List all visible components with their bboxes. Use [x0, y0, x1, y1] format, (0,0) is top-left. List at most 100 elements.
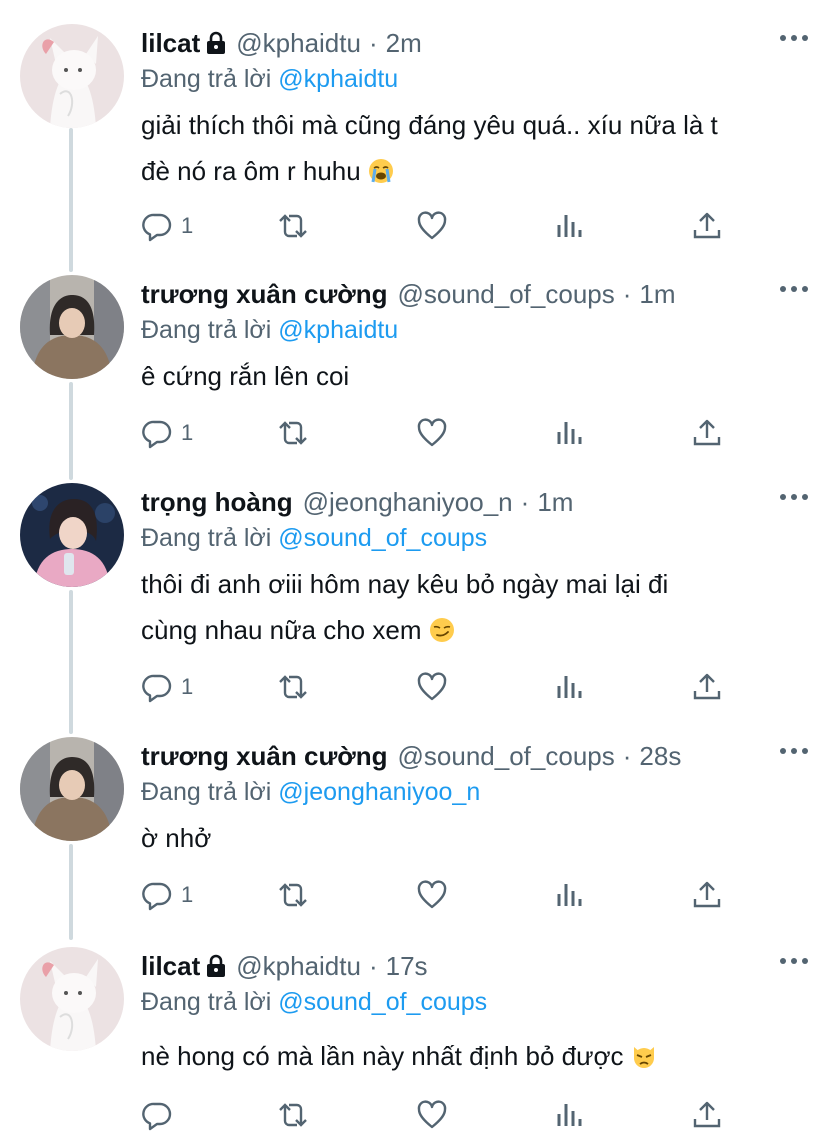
- timestamp[interactable]: 1m: [639, 279, 675, 310]
- share-icon: [693, 881, 721, 908]
- loudly-crying-face-emoji: [368, 158, 394, 184]
- replying-to: Đang trả lời @kphaidtu: [141, 313, 808, 347]
- tweet-text-line: ờ nhở: [141, 823, 212, 853]
- tweet[interactable]: lilcat @kphaidtu · 2m Đang trả lời @kpha…: [0, 24, 828, 244]
- retweet-button[interactable]: [277, 1097, 309, 1133]
- replying-to: Đang trả lời @sound_of_coups: [141, 985, 808, 1019]
- reply-button[interactable]: 1: [141, 877, 193, 913]
- heart-icon: [417, 211, 447, 240]
- reply-count: 1: [181, 882, 194, 907]
- user-handle[interactable]: @kphaidtu: [236, 951, 361, 982]
- like-button[interactable]: [416, 669, 448, 705]
- more-options-icon[interactable]: [780, 28, 808, 48]
- share-button[interactable]: [691, 1097, 723, 1133]
- avatar-truong-xuan-cuong[interactable]: [20, 737, 124, 841]
- mention-link[interactable]: @kphaidtu: [278, 65, 398, 93]
- more-options-icon[interactable]: [780, 487, 808, 507]
- tweet[interactable]: trương xuân cường @sound_of_coups · 28s …: [0, 737, 828, 917]
- more-options-icon[interactable]: [780, 741, 808, 761]
- analytics-button[interactable]: [554, 1097, 586, 1133]
- share-button[interactable]: [691, 877, 723, 913]
- tweet-text-segment: đè nó ra ôm r huhu: [141, 156, 361, 186]
- tweet[interactable]: lilcat @kphaidtu · 17s Đang trả lời @sou…: [0, 947, 828, 1137]
- tweet[interactable]: trương xuân cường @sound_of_coups · 1m Đ…: [0, 275, 828, 455]
- separator: ·: [368, 27, 378, 58]
- mention-link[interactable]: @sound_of_coups: [278, 524, 487, 552]
- display-name[interactable]: lilcat: [141, 28, 200, 59]
- tweet-text-segment: cùng nhau nữa cho xem: [141, 615, 422, 645]
- more-options-icon[interactable]: [780, 951, 808, 971]
- reply-count: 1: [181, 213, 194, 238]
- mention-link[interactable]: @kphaidtu: [278, 316, 398, 344]
- retweet-button[interactable]: [277, 208, 309, 244]
- share-icon: [693, 212, 721, 239]
- smirking-face-emoji: [429, 617, 455, 643]
- user-handle[interactable]: @kphaidtu: [236, 28, 361, 59]
- replying-to: Đang trả lời @jeonghaniyoo_n: [141, 775, 808, 809]
- tweet-actions: 1: [141, 877, 731, 913]
- replying-to: Đang trả lời @kphaidtu: [141, 62, 808, 96]
- display-name[interactable]: trọng hoàng: [141, 487, 293, 518]
- share-button[interactable]: [691, 208, 723, 244]
- avatar-lilcat[interactable]: [20, 24, 124, 128]
- mention-link[interactable]: @sound_of_coups: [278, 988, 487, 1016]
- tweet-actions: [141, 1097, 731, 1133]
- pouting-cat-emoji: [631, 1043, 657, 1069]
- timestamp[interactable]: 28s: [639, 741, 681, 772]
- timestamp[interactable]: 2m: [386, 28, 422, 59]
- retweet-icon: [279, 1103, 307, 1127]
- tweet-text-line: nè hong có mà lần này nhất định bỏ được: [141, 1033, 808, 1079]
- like-button[interactable]: [416, 415, 448, 451]
- retweet-icon: [279, 675, 307, 699]
- timestamp[interactable]: 1m: [537, 487, 573, 518]
- share-button[interactable]: [691, 415, 723, 451]
- more-options-icon[interactable]: [780, 279, 808, 299]
- replying-label: Đang trả lời: [141, 65, 272, 93]
- analytics-icon: [557, 1104, 582, 1126]
- avatar-trong-hoang[interactable]: [20, 483, 124, 587]
- replying-label: Đang trả lời: [141, 778, 272, 806]
- reply-icon: [142, 882, 172, 911]
- tweet-text: ê cứng rắn lên coi: [141, 353, 808, 399]
- user-handle[interactable]: @jeonghaniyoo_n: [303, 487, 513, 518]
- user-handle[interactable]: @sound_of_coups: [398, 741, 615, 772]
- tweet[interactable]: trọng hoàng @jeonghaniyoo_n · 1m Đang tr…: [0, 483, 828, 713]
- reply-icon: [142, 213, 172, 242]
- analytics-icon: [557, 884, 582, 906]
- reply-button[interactable]: [141, 1097, 181, 1133]
- tweet-text-line: thôi đi anh ơiii hôm nay kêu bỏ ngày mai…: [141, 569, 669, 599]
- user-handle[interactable]: @sound_of_coups: [398, 279, 615, 310]
- like-button[interactable]: [416, 1097, 448, 1133]
- display-name[interactable]: lilcat: [141, 951, 200, 982]
- retweet-button[interactable]: [277, 415, 309, 451]
- retweet-button[interactable]: [277, 669, 309, 705]
- like-button[interactable]: [416, 877, 448, 913]
- like-button[interactable]: [416, 208, 448, 244]
- analytics-button[interactable]: [554, 669, 586, 705]
- avatar-truong-xuan-cuong[interactable]: [20, 275, 124, 379]
- heart-icon: [417, 1100, 447, 1129]
- display-name[interactable]: trương xuân cường: [141, 741, 388, 772]
- analytics-button[interactable]: [554, 208, 586, 244]
- replying-label: Đang trả lời: [141, 988, 272, 1016]
- reply-button[interactable]: 1: [141, 669, 193, 705]
- avatar-lilcat[interactable]: [20, 947, 124, 1051]
- reply-button[interactable]: 1: [141, 208, 193, 244]
- display-name[interactable]: trương xuân cường: [141, 279, 388, 310]
- tweet-text-line: ê cứng rắn lên coi: [141, 361, 350, 391]
- tweet-actions: 1: [141, 208, 731, 244]
- retweet-button[interactable]: [277, 877, 309, 913]
- reply-button[interactable]: 1: [141, 415, 193, 451]
- timestamp[interactable]: 17s: [386, 951, 428, 982]
- reply-icon: [142, 1102, 172, 1131]
- tweet-text-line: cùng nhau nữa cho xem: [141, 607, 808, 653]
- mention-link[interactable]: @jeonghaniyoo_n: [278, 778, 480, 806]
- tweet-actions: 1: [141, 415, 731, 451]
- share-button[interactable]: [691, 669, 723, 705]
- analytics-button[interactable]: [554, 877, 586, 913]
- analytics-button[interactable]: [554, 415, 586, 451]
- tweet-text: giải thích thôi mà cũng đáng yêu quá.. x…: [141, 102, 808, 194]
- share-icon: [693, 1101, 721, 1128]
- reply-count: 1: [181, 420, 194, 445]
- tweet-actions: 1: [141, 669, 731, 705]
